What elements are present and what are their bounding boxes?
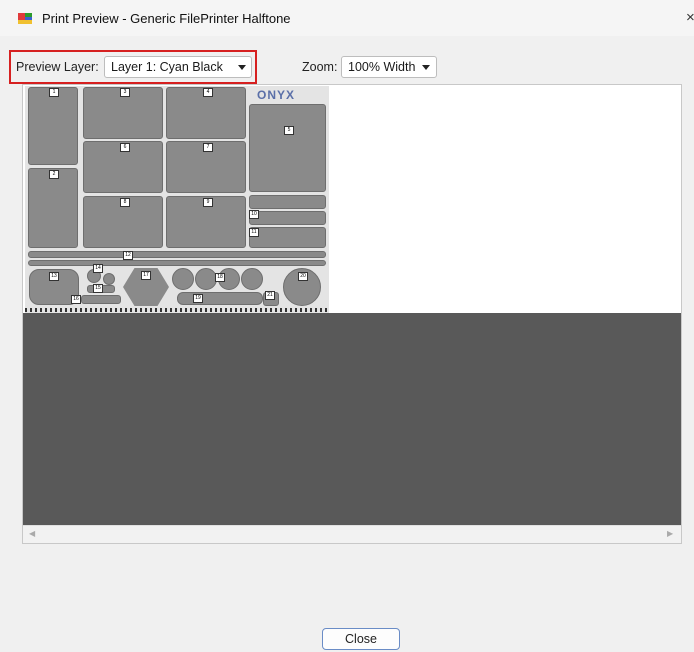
registration-marks	[25, 308, 329, 312]
tile-number: 5	[284, 126, 294, 135]
tile-number: 10	[249, 210, 259, 219]
tile	[249, 104, 326, 192]
tile-number: 9	[203, 198, 213, 207]
tile-number: 20	[298, 272, 308, 281]
tile	[28, 260, 326, 266]
scroll-right-icon[interactable]: ▶	[667, 529, 673, 538]
preview-layer-label: Preview Layer:	[16, 60, 99, 74]
tile	[172, 268, 194, 290]
tile-number: 16	[71, 295, 81, 304]
title-bar: Print Preview - Generic FilePrinter Half…	[0, 0, 694, 36]
preview-layer-dropdown[interactable]: Layer 1: Cyan Black	[104, 56, 252, 78]
tile	[28, 87, 78, 165]
tile-number: 14	[93, 264, 103, 273]
tile	[28, 251, 326, 258]
tile	[249, 227, 326, 248]
onyx-logo: ONYX	[257, 88, 296, 102]
tile-number: 17	[141, 271, 151, 280]
tile	[177, 292, 263, 305]
zoom-dropdown[interactable]: 100% Width	[341, 56, 437, 78]
tile-number: 1	[49, 88, 59, 97]
tile	[81, 295, 121, 304]
tile-number: 12	[123, 251, 133, 260]
preview-background	[23, 313, 681, 525]
chevron-down-icon	[238, 65, 246, 70]
tile-number: 2	[49, 170, 59, 179]
tile	[195, 268, 217, 290]
tile-number: 4	[203, 88, 213, 97]
tile-number: 19	[193, 294, 203, 303]
horizontal-scrollbar[interactable]: ◀ ▶	[23, 525, 681, 543]
tile	[249, 211, 326, 225]
preview-canvas[interactable]: ONYX 1 2 3 4 5 6 7 8 9 10 11 12 13 14 15	[22, 84, 682, 544]
tile-number: 13	[49, 272, 59, 281]
tile-number: 15	[93, 284, 103, 293]
tile-number: 11	[249, 228, 259, 237]
zoom-label: Zoom:	[302, 60, 338, 74]
tile-number: 21	[265, 291, 275, 300]
close-button[interactable]: Close	[322, 628, 400, 650]
tile-number: 18	[215, 273, 225, 282]
tile-number: 7	[203, 143, 213, 152]
window-close-icon[interactable]: ×	[686, 9, 694, 26]
tile	[103, 273, 115, 285]
tile	[28, 168, 78, 248]
tile	[249, 195, 326, 209]
tile-number: 8	[120, 198, 130, 207]
tile-number: 6	[120, 143, 130, 152]
zoom-value: 100% Width	[348, 60, 416, 74]
print-sheet-preview: ONYX 1 2 3 4 5 6 7 8 9 10 11 12 13 14 15	[25, 86, 329, 313]
tile	[241, 268, 263, 290]
tile-number: 3	[120, 88, 130, 97]
preview-layer-value: Layer 1: Cyan Black	[111, 60, 223, 74]
window-title: Print Preview - Generic FilePrinter Half…	[42, 11, 291, 26]
scroll-left-icon[interactable]: ◀	[29, 529, 35, 538]
chevron-down-icon	[422, 65, 430, 70]
app-icon	[18, 13, 32, 24]
